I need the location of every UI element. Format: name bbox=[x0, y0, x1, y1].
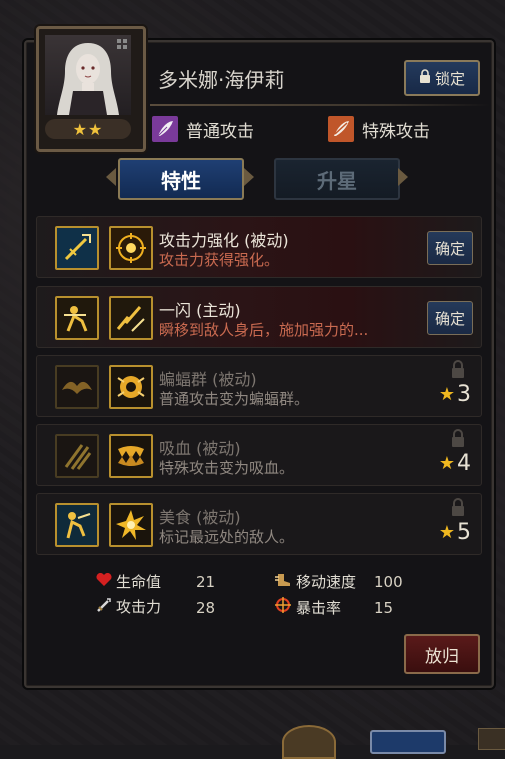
confirm-button[interactable]: 确定 bbox=[427, 301, 473, 335]
lock-icon bbox=[449, 360, 467, 380]
bat-wing-icon bbox=[55, 365, 99, 409]
grid-icon bbox=[117, 39, 127, 49]
heart-icon bbox=[96, 572, 112, 591]
crosshair-icon bbox=[274, 596, 292, 618]
target-burst-icon bbox=[109, 226, 153, 270]
sword-upgrade-icon bbox=[55, 226, 99, 270]
tab-left-arrow bbox=[106, 168, 116, 186]
explosion-icon bbox=[109, 503, 153, 547]
skill-title: 吸血 (被动) bbox=[159, 439, 241, 458]
star-requirement-value: 5 bbox=[457, 520, 471, 545]
character-portrait-frame[interactable]: ★★ bbox=[36, 26, 146, 152]
star-requirement-value: 3 bbox=[457, 382, 471, 407]
stat-value: 28 bbox=[196, 599, 216, 617]
dash-figure-icon bbox=[55, 296, 99, 340]
fang-bite-icon bbox=[109, 434, 153, 478]
skill-row: 美食 (被动) 标记最远处的敌人。 ★ 5 bbox=[36, 493, 482, 555]
special-attack-label: 特殊攻击 bbox=[362, 121, 430, 142]
flash-slash-icon bbox=[109, 296, 153, 340]
stat-crit-rate: 暴击率 bbox=[274, 596, 341, 618]
skill-row: 一闪 (主动) 瞬移到敌人身后，施加强力的... 确定 bbox=[36, 286, 482, 348]
character-portrait bbox=[45, 35, 131, 115]
star-icon: ★ bbox=[438, 522, 455, 543]
normal-attack-label: 普通攻击 bbox=[186, 121, 254, 142]
bottom-nav-item[interactable] bbox=[370, 730, 446, 754]
stat-hp: 生命值 bbox=[96, 571, 161, 592]
stat-label: 移动速度 bbox=[296, 573, 357, 591]
stat-label: 攻击力 bbox=[116, 598, 162, 616]
character-name: 多米娜·海伊莉 bbox=[158, 68, 285, 92]
skill-row: 攻击力强化 (被动) 攻击力获得强化。 确定 bbox=[36, 216, 482, 278]
tab-star-up[interactable]: 升星 bbox=[274, 158, 400, 200]
skill-description: 瞬移到敌人身后，施加强力的... bbox=[159, 321, 369, 339]
bottom-nav-item[interactable] bbox=[478, 728, 505, 750]
stat-move-speed: 移动速度 bbox=[274, 571, 356, 592]
feather-icon bbox=[152, 116, 178, 142]
skill-title: 攻击力强化 (被动) bbox=[159, 231, 289, 250]
lock-button[interactable]: 锁定 bbox=[404, 60, 480, 96]
hunter-figure-icon bbox=[55, 503, 99, 547]
divider bbox=[150, 104, 490, 106]
lock-icon bbox=[449, 429, 467, 449]
boot-icon bbox=[274, 572, 292, 592]
special-attack-item: 特殊攻击 bbox=[328, 116, 430, 142]
stat-label: 生命值 bbox=[116, 573, 162, 591]
stat-value: 21 bbox=[196, 573, 216, 591]
tab-divider-arrow bbox=[244, 168, 254, 186]
skill-description: 普通攻击变为蝙蝠群。 bbox=[159, 390, 310, 408]
claw-slash-icon bbox=[55, 434, 99, 478]
release-button[interactable]: 放归 bbox=[404, 634, 480, 674]
skill-title: 美食 (被动) bbox=[159, 508, 241, 527]
stat-label: 暴击率 bbox=[296, 598, 342, 617]
skill-title: 蝙蝠群 (被动) bbox=[159, 370, 257, 389]
star-requirement-value: 4 bbox=[457, 451, 471, 476]
lock-icon bbox=[449, 498, 467, 518]
star-requirement: ★ 4 bbox=[439, 451, 471, 476]
skill-row: 蝙蝠群 (被动) 普通攻击变为蝙蝠群。 ★ 3 bbox=[36, 355, 482, 417]
tab-traits[interactable]: 特性 bbox=[118, 158, 244, 200]
slash-icon bbox=[328, 116, 354, 142]
star-icon: ★ bbox=[438, 453, 455, 474]
skill-title: 一闪 (主动) bbox=[159, 301, 241, 320]
skill-description: 攻击力获得强化。 bbox=[159, 251, 280, 269]
lock-button-label: 锁定 bbox=[434, 69, 465, 88]
tab-right-arrow bbox=[398, 168, 408, 186]
stat-value: 15 bbox=[374, 599, 394, 617]
character-star-rating: ★★ bbox=[45, 119, 131, 139]
normal-attack-item: 普通攻击 bbox=[152, 116, 254, 142]
skill-description: 特殊攻击变为吸血。 bbox=[159, 459, 295, 477]
bottom-nav-item[interactable] bbox=[282, 725, 336, 759]
confirm-button[interactable]: 确定 bbox=[427, 231, 473, 265]
sword-icon bbox=[96, 597, 112, 617]
star-requirement: ★ 5 bbox=[439, 520, 471, 545]
star-icon: ★ bbox=[438, 384, 455, 405]
skill-description: 标记最远处的敌人。 bbox=[159, 528, 295, 546]
lock-icon bbox=[419, 69, 431, 87]
skill-row: 吸血 (被动) 特殊攻击变为吸血。 ★ 4 bbox=[36, 424, 482, 486]
stat-attack: 攻击力 bbox=[96, 596, 161, 617]
star-requirement: ★ 3 bbox=[439, 382, 471, 407]
stat-value: 100 bbox=[374, 573, 403, 591]
bat-swarm-icon bbox=[109, 365, 153, 409]
